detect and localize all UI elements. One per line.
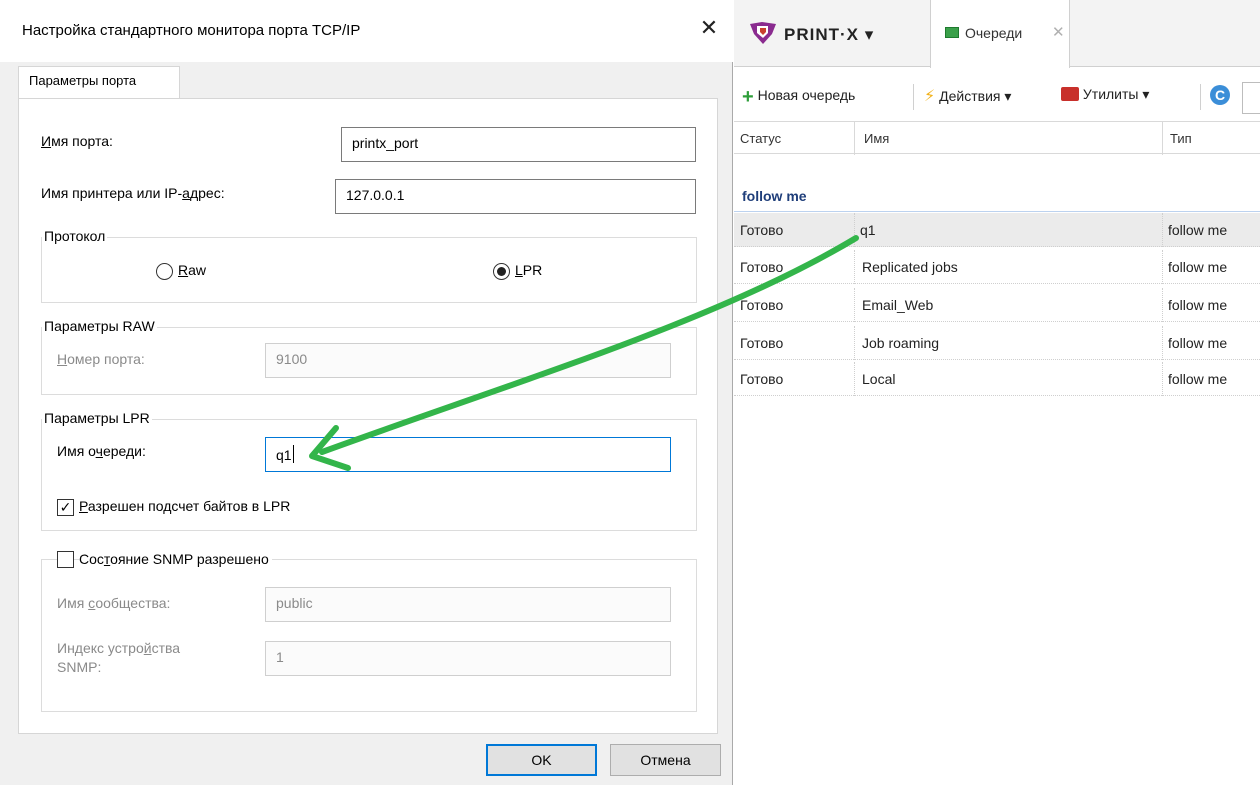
actions-label: Действия ▾ <box>939 88 1012 104</box>
printer-address-label: Имя принтера или IP-адрес: <box>41 185 225 201</box>
lpr-radio[interactable] <box>493 263 510 280</box>
column-type[interactable]: Тип <box>1170 131 1192 146</box>
row-status: Готово <box>740 371 784 387</box>
port-name-label: Имя порта: <box>41 133 113 149</box>
table-row[interactable]: Готово q1 follow me <box>734 213 1260 247</box>
cell-separator <box>854 362 855 396</box>
table-row[interactable]: Готово Local follow me <box>734 362 1260 396</box>
cell-separator <box>854 326 855 360</box>
printer-address-input[interactable]: 127.0.0.1 <box>335 179 696 214</box>
queues-grid-header: Статус Имя Тип <box>734 121 1260 155</box>
port-number-label: Номер порта: <box>57 351 145 367</box>
row-status: Готово <box>740 335 784 351</box>
protocol-group: Протокол Raw LPR <box>41 228 697 303</box>
byte-counting-checkbox[interactable]: ✓ <box>57 499 74 516</box>
printx-app: PRINT·X ▾ Очереди ✕ + Новая очередь ⚡ Де… <box>734 0 1260 785</box>
queues-toolbar: + Новая очередь ⚡ Действия ▾ Утилиты ▾ C <box>734 76 1260 120</box>
row-status: Готово <box>740 297 784 313</box>
queues-tab-icon <box>945 27 959 38</box>
dialog-titlebar: Настройка стандартного монитора порта TC… <box>0 0 733 62</box>
row-name: Job roaming <box>862 335 940 351</box>
row-name: q1 <box>860 222 876 238</box>
row-type: follow me <box>1168 371 1228 387</box>
toolbar-overflow-box <box>1242 82 1260 114</box>
utilities-label: Утилиты ▾ <box>1082 86 1150 102</box>
toolbar-separator <box>1200 84 1201 110</box>
cell-separator <box>1162 213 1163 247</box>
lpr-settings-legend: Параметры LPR <box>42 410 152 426</box>
column-name[interactable]: Имя <box>864 131 889 146</box>
table-row[interactable]: Готово Replicated jobs follow me <box>734 250 1260 284</box>
app-header: PRINT·X ▾ Очереди ✕ <box>734 0 1260 68</box>
lpr-radio-label[interactable]: LPR <box>515 262 542 278</box>
device-index-label: Индекс устройства SNMP: <box>57 640 181 675</box>
new-queue-label: Новая очередь <box>757 87 856 103</box>
printx-logo-icon <box>750 22 776 44</box>
lightning-icon: ⚡ <box>924 88 936 105</box>
group-follow-me[interactable]: follow me <box>734 186 1260 212</box>
byte-counting-label[interactable]: Разрешен подсчет байтов в LPR <box>79 498 290 514</box>
table-row[interactable]: Готово Job roaming follow me <box>734 326 1260 360</box>
close-icon[interactable]: ✕ <box>695 14 723 42</box>
toolbox-icon <box>1061 87 1079 101</box>
protocol-legend: Протокол <box>42 228 108 244</box>
row-type: follow me <box>1168 297 1228 313</box>
cell-separator <box>854 213 855 247</box>
row-type: follow me <box>1168 259 1228 275</box>
raw-settings-legend: Параметры RAW <box>42 318 157 334</box>
printx-logo-text: PRINT·X ▾ <box>784 25 875 44</box>
snmp-enabled-label[interactable]: Состояние SNMP разрешено <box>79 551 272 567</box>
queue-name-label: Имя очереди: <box>57 443 146 459</box>
column-status[interactable]: Статус <box>740 131 781 146</box>
tab-close-icon[interactable]: ✕ <box>1052 23 1065 41</box>
refresh-button[interactable]: C <box>1210 85 1230 105</box>
text-caret <box>292 445 294 463</box>
cancel-button[interactable]: Отмена <box>610 744 721 776</box>
community-label: Имя сообщества: <box>57 595 171 611</box>
port-number-input: 9100 <box>265 343 671 378</box>
new-queue-button[interactable]: + Новая очередь <box>742 86 855 109</box>
cell-separator <box>1162 362 1163 396</box>
column-separator <box>1162 122 1163 155</box>
ok-button[interactable]: OK <box>486 744 597 776</box>
port-name-input[interactable]: printx_port <box>341 127 696 162</box>
cell-separator <box>1162 250 1163 284</box>
tab-queues[interactable]: Очереди ✕ <box>930 0 1070 68</box>
lpr-settings-group: Параметры LPR <box>41 410 697 531</box>
row-name: Replicated jobs <box>862 259 958 275</box>
row-type: follow me <box>1168 222 1228 238</box>
tab-port-settings[interactable]: Параметры порта <box>18 66 180 99</box>
snmp-enabled-checkbox[interactable] <box>57 551 74 568</box>
table-row[interactable]: Готово Email_Web follow me <box>734 288 1260 322</box>
device-index-input: 1 <box>265 641 671 676</box>
row-type: follow me <box>1168 335 1228 351</box>
queue-name-input[interactable]: q1 <box>265 437 671 472</box>
dialog-title: Настройка стандартного монитора порта TC… <box>22 22 361 39</box>
tab-queues-label: Очереди <box>965 25 1023 41</box>
raw-radio[interactable] <box>156 263 173 280</box>
plus-icon: + <box>742 86 754 108</box>
raw-radio-label[interactable]: Raw <box>178 262 206 278</box>
cell-separator <box>854 250 855 284</box>
cell-separator <box>854 288 855 322</box>
row-status: Готово <box>740 222 784 238</box>
community-input: public <box>265 587 671 622</box>
row-name: Email_Web <box>862 297 934 313</box>
tcpip-port-dialog: Настройка стандартного монитора порта TC… <box>0 0 733 785</box>
row-status: Готово <box>740 259 784 275</box>
snmp-group <box>41 559 697 712</box>
refresh-icon: C <box>1210 85 1230 105</box>
actions-menu-button[interactable]: ⚡ Действия ▾ <box>924 86 1011 106</box>
row-name: Local <box>862 371 896 387</box>
utilities-menu-button[interactable]: Утилиты ▾ <box>1061 86 1149 103</box>
column-separator <box>854 122 855 155</box>
cell-separator <box>1162 288 1163 322</box>
cell-separator <box>1162 326 1163 360</box>
tab-panel: Имя порта: printx_port Имя принтера или … <box>18 98 718 734</box>
toolbar-separator <box>913 84 914 110</box>
